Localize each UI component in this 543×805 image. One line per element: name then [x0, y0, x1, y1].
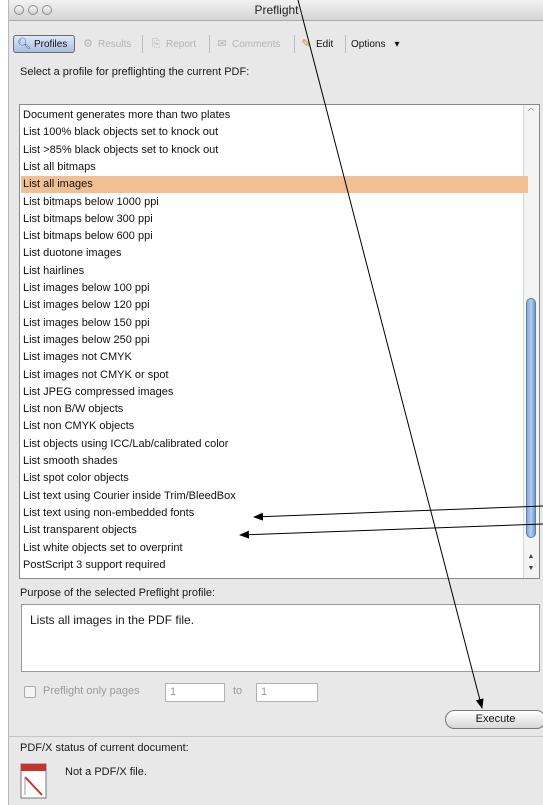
- section-divider: [9, 736, 543, 737]
- tab-results[interactable]: ⚙ Results: [81, 35, 131, 53]
- profile-list-item[interactable]: List images below 250 ppi: [21, 332, 528, 349]
- toolbar-separator: [209, 35, 210, 53]
- options-menu[interactable]: Options ▾: [351, 35, 400, 53]
- window-title: Preflight: [254, 3, 299, 17]
- profile-list-item[interactable]: List hairlines: [21, 263, 528, 280]
- profile-list-item[interactable]: List images not CMYK or spot: [21, 367, 528, 384]
- tab-comments-label: Comments: [232, 38, 281, 50]
- execute-button[interactable]: Execute: [445, 710, 543, 729]
- profile-list-item[interactable]: List objects using ICC/Lab/calibrated co…: [21, 436, 528, 453]
- profile-list-item[interactable]: List non CMYK objects: [21, 418, 528, 435]
- report-icon: ⎘: [151, 38, 161, 50]
- edit-icon: ✎: [301, 38, 311, 50]
- tab-profiles-label: Profiles: [34, 38, 68, 50]
- profile-list-item[interactable]: List all images: [21, 176, 528, 194]
- page-range-row: Preflight only pages 1 to 1: [20, 683, 540, 703]
- profile-list-item[interactable]: List 100% black objects set to knock out: [21, 124, 528, 141]
- tab-profiles[interactable]: 🔍︎ Profiles: [13, 35, 75, 53]
- profile-instruction: Select a profile for preflighting the cu…: [20, 66, 250, 78]
- profile-list-item[interactable]: List images below 150 ppi: [21, 315, 528, 332]
- profile-list-item[interactable]: PostScript 3 support required: [21, 557, 528, 574]
- profile-list-item[interactable]: List duotone images: [21, 245, 528, 262]
- tab-comments[interactable]: ✉ Comments: [215, 35, 280, 53]
- profiles-icon: 🔍︎: [17, 38, 31, 50]
- tab-edit-label: Edit: [316, 38, 334, 50]
- pdfx-label: PDF/X status of current document:: [20, 742, 189, 754]
- title-bar[interactable]: Preflight: [9, 0, 543, 21]
- profile-list-item[interactable]: List bitmaps below 1000 ppi: [21, 194, 528, 211]
- profile-list-item[interactable]: List images below 120 ppi: [21, 297, 528, 314]
- profile-list-item[interactable]: List images below 100 ppi: [21, 280, 528, 297]
- page-from-field[interactable]: 1: [165, 683, 225, 702]
- preflight-pages-label: Preflight only pages: [43, 685, 140, 697]
- tab-results-label: Results: [98, 38, 132, 50]
- profile-list-item[interactable]: Document generates more than two plates: [21, 107, 528, 124]
- profile-list-item[interactable]: List smooth shades: [21, 453, 528, 470]
- profile-list-item[interactable]: List JPEG compressed images: [21, 384, 528, 401]
- preflight-pages-checkbox[interactable]: [24, 686, 36, 698]
- tab-report-label: Report: [166, 38, 197, 50]
- purpose-description: Lists all images in the PDF file.: [21, 604, 540, 672]
- purpose-text: Lists all images in the PDF file.: [30, 613, 195, 627]
- profile-list-item[interactable]: List white objects set to overprint: [21, 540, 528, 557]
- toolbar-separator: [345, 35, 346, 53]
- preflight-window: Preflight 🔍︎ Profiles ⚙ Results ⎘ Report…: [8, 0, 543, 805]
- tab-report[interactable]: ⎘ Report: [149, 35, 196, 53]
- profile-list-item[interactable]: List images not CMYK: [21, 349, 528, 366]
- profile-list-item[interactable]: List non B/W objects: [21, 401, 528, 418]
- options-menu-label: Options: [351, 38, 386, 50]
- profile-list-item[interactable]: List bitmaps below 600 ppi: [21, 228, 528, 245]
- toolbar-separator: [294, 35, 295, 53]
- profile-list-item[interactable]: List >85% black objects set to knock out: [21, 142, 528, 159]
- results-icon: ⚙: [83, 38, 93, 50]
- page-to-label: to: [233, 685, 243, 697]
- profile-list-item[interactable]: List text using non-embedded fonts: [21, 505, 528, 522]
- profile-list-item[interactable]: List spot color objects: [21, 470, 528, 487]
- toolbar: 🔍︎ Profiles ⚙ Results ⎘ Report ✉ Comment…: [9, 21, 543, 57]
- profile-list-item[interactable]: List transparent objects: [21, 522, 528, 539]
- purpose-label: Purpose of the selected Preflight profil…: [20, 587, 216, 599]
- profile-list-item[interactable]: List text using Courier inside Trim/Blee…: [21, 488, 528, 505]
- comments-icon: ✉: [217, 38, 227, 50]
- pdfx-status: Not a PDF/X file.: [65, 766, 147, 778]
- toolbar-separator: [142, 35, 143, 53]
- profile-list-item[interactable]: List all bitmaps: [21, 159, 528, 176]
- page-to-field[interactable]: 1: [256, 683, 318, 702]
- pdf-document-icon: [20, 763, 47, 799]
- tab-edit[interactable]: ✎ Edit: [299, 35, 333, 53]
- dropdown-icon: ▾: [394, 38, 400, 50]
- profile-list[interactable]: ◠ ▲ ▼ Document generates more than two p…: [19, 104, 540, 579]
- profile-list-item[interactable]: List bitmaps below 300 ppi: [21, 211, 528, 228]
